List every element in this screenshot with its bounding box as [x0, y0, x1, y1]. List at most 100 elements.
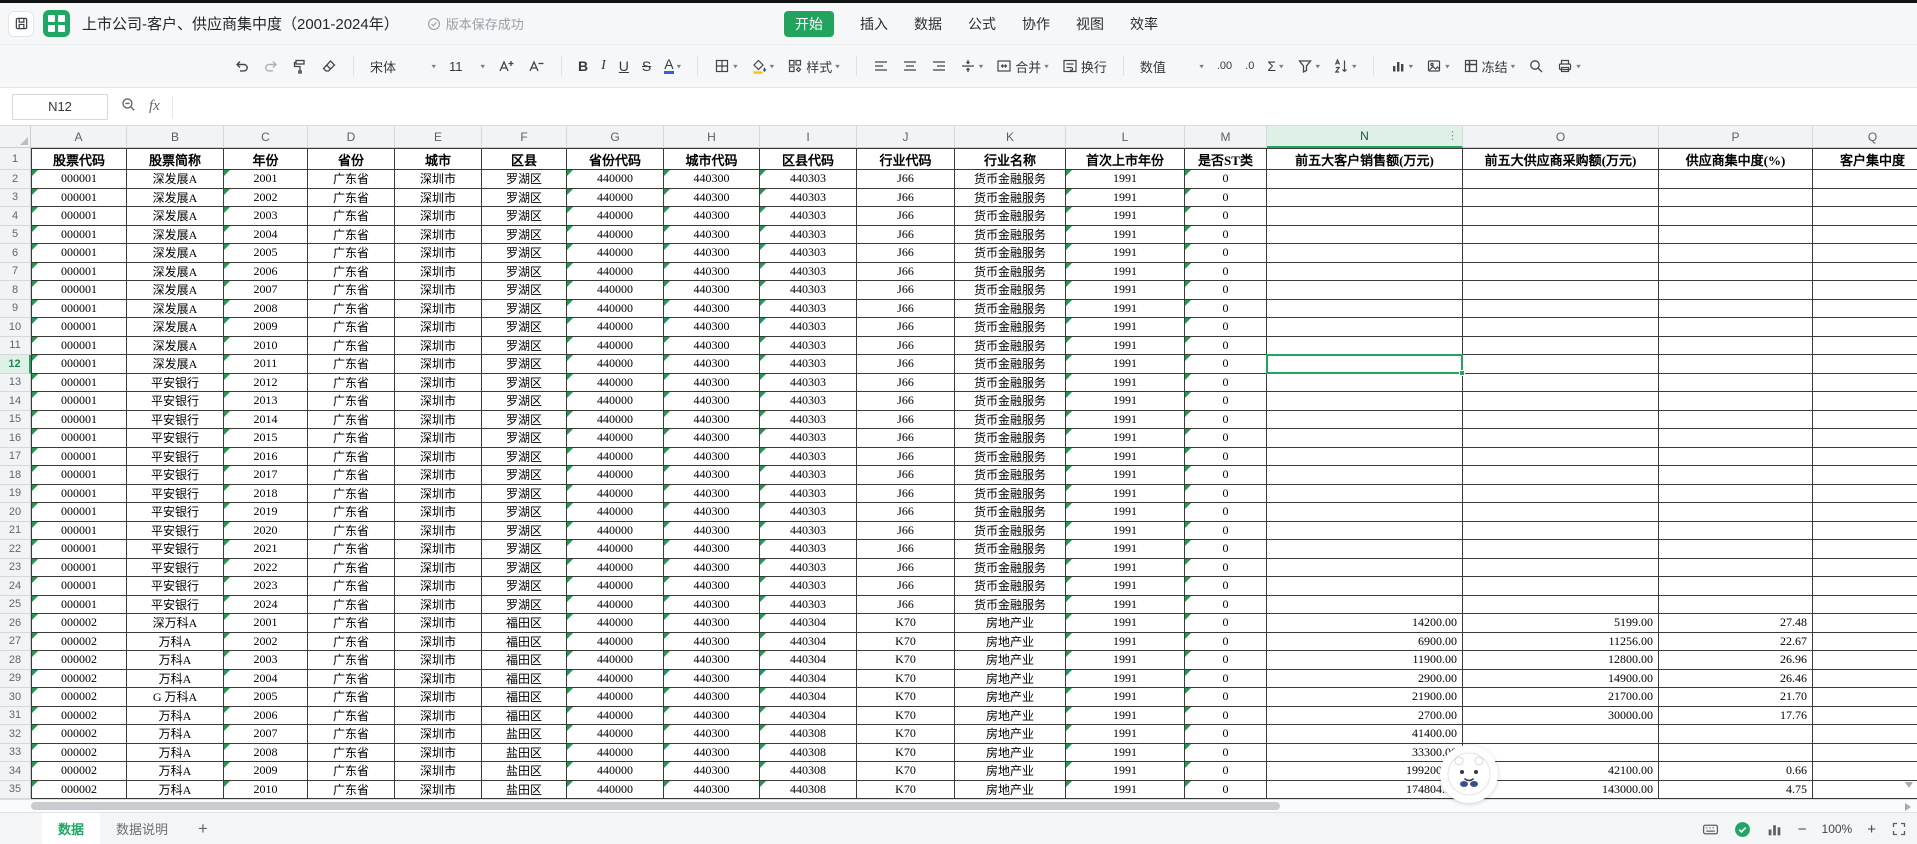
- cell-M11[interactable]: 0: [1185, 336, 1267, 355]
- cell-M35[interactable]: 0: [1185, 780, 1267, 799]
- cell-L22[interactable]: 1991: [1066, 540, 1185, 559]
- cell-G26[interactable]: 440000: [567, 614, 664, 633]
- cell-O16[interactable]: [1463, 429, 1659, 448]
- cell-B15[interactable]: 平安银行: [127, 410, 224, 429]
- cell-H5[interactable]: 440300: [664, 225, 760, 244]
- cell-C33[interactable]: 2008: [224, 743, 308, 762]
- cell-P24[interactable]: [1659, 577, 1813, 596]
- cell-N24[interactable]: [1267, 577, 1463, 596]
- cell-I7[interactable]: 440303: [760, 262, 857, 281]
- cell-P17[interactable]: [1659, 447, 1813, 466]
- cell-K26[interactable]: 房地产业: [955, 614, 1066, 633]
- cell-E10[interactable]: 深圳市: [395, 318, 482, 337]
- cell-Q10[interactable]: [1813, 318, 1917, 337]
- cell-N28[interactable]: 11900.00: [1267, 651, 1463, 670]
- col-header-N[interactable]: N ⋮: [1267, 126, 1463, 148]
- cell-A32[interactable]: 000002: [31, 725, 127, 744]
- cell-D29[interactable]: 广东省: [308, 669, 395, 688]
- cell-H11[interactable]: 440300: [664, 336, 760, 355]
- cell-A24[interactable]: 000001: [31, 577, 127, 596]
- cell-E33[interactable]: 深圳市: [395, 743, 482, 762]
- cell-P22[interactable]: [1659, 540, 1813, 559]
- col-header-H[interactable]: H: [664, 126, 760, 148]
- cell-D25[interactable]: 广东省: [308, 595, 395, 614]
- cell-B7[interactable]: 深发展A: [127, 262, 224, 281]
- row-header-19[interactable]: 19: [0, 484, 31, 503]
- cell-F9[interactable]: 罗湖区: [482, 299, 567, 318]
- cell-E20[interactable]: 深圳市: [395, 503, 482, 522]
- cell-O2[interactable]: [1463, 170, 1659, 189]
- cell-M19[interactable]: 0: [1185, 484, 1267, 503]
- cell-D8[interactable]: 广东省: [308, 281, 395, 300]
- decrease-decimal-button[interactable]: .0: [1245, 60, 1254, 72]
- cell-E25[interactable]: 深圳市: [395, 595, 482, 614]
- cell-N2[interactable]: [1267, 170, 1463, 189]
- cell-D11[interactable]: 广东省: [308, 336, 395, 355]
- cell-N18[interactable]: [1267, 466, 1463, 485]
- cell-A13[interactable]: 000001: [31, 373, 127, 392]
- cell-H19[interactable]: 440300: [664, 484, 760, 503]
- cell-K4[interactable]: 货币金融服务: [955, 207, 1066, 226]
- cell-O8[interactable]: [1463, 281, 1659, 300]
- row-header-22[interactable]: 22: [0, 540, 31, 559]
- cell-K11[interactable]: 货币金融服务: [955, 336, 1066, 355]
- cell-P18[interactable]: [1659, 466, 1813, 485]
- cell-E6[interactable]: 深圳市: [395, 244, 482, 263]
- col-header-A[interactable]: A: [31, 126, 127, 148]
- cell-A14[interactable]: 000001: [31, 392, 127, 411]
- row-header-23[interactable]: 23: [0, 558, 31, 577]
- cell-C1[interactable]: 年份: [224, 148, 308, 170]
- cell-J3[interactable]: J66: [857, 188, 955, 207]
- cell-B6[interactable]: 深发展A: [127, 244, 224, 263]
- cell-J13[interactable]: J66: [857, 373, 955, 392]
- cell-K16[interactable]: 货币金融服务: [955, 429, 1066, 448]
- zoom-out-button[interactable]: −: [1798, 822, 1807, 837]
- cell-H24[interactable]: 440300: [664, 577, 760, 596]
- cell-F16[interactable]: 罗湖区: [482, 429, 567, 448]
- cell-N12[interactable]: [1267, 355, 1463, 374]
- cell-D10[interactable]: 广东省: [308, 318, 395, 337]
- cell-Q24[interactable]: [1813, 577, 1917, 596]
- cell-O14[interactable]: [1463, 392, 1659, 411]
- menu-tab-collaborate[interactable]: 协作: [1022, 14, 1050, 34]
- cell-J11[interactable]: J66: [857, 336, 955, 355]
- insert-image-button[interactable]: ▾: [1426, 58, 1450, 74]
- cell-C19[interactable]: 2018: [224, 484, 308, 503]
- menu-tab-efficiency[interactable]: 效率: [1130, 14, 1158, 34]
- cell-K29[interactable]: 房地产业: [955, 669, 1066, 688]
- cell-D18[interactable]: 广东省: [308, 466, 395, 485]
- cell-Q4[interactable]: [1813, 207, 1917, 226]
- cell-L21[interactable]: 1991: [1066, 521, 1185, 540]
- row-header-30[interactable]: 30: [0, 688, 31, 707]
- cell-C17[interactable]: 2016: [224, 447, 308, 466]
- cell-A21[interactable]: 000001: [31, 521, 127, 540]
- cell-K34[interactable]: 房地产业: [955, 762, 1066, 781]
- cell-J6[interactable]: J66: [857, 244, 955, 263]
- cell-F25[interactable]: 罗湖区: [482, 595, 567, 614]
- cell-J15[interactable]: J66: [857, 410, 955, 429]
- cell-D31[interactable]: 广东省: [308, 706, 395, 725]
- cell-Q8[interactable]: [1813, 281, 1917, 300]
- cell-M15[interactable]: 0: [1185, 410, 1267, 429]
- cell-M16[interactable]: 0: [1185, 429, 1267, 448]
- cell-P14[interactable]: [1659, 392, 1813, 411]
- cell-D24[interactable]: 广东省: [308, 577, 395, 596]
- cell-G31[interactable]: 440000: [567, 706, 664, 725]
- cell-C18[interactable]: 2017: [224, 466, 308, 485]
- cell-I6[interactable]: 440303: [760, 244, 857, 263]
- cell-K5[interactable]: 货币金融服务: [955, 225, 1066, 244]
- cell-O7[interactable]: [1463, 262, 1659, 281]
- col-header-I[interactable]: I: [760, 126, 857, 148]
- cell-A12[interactable]: 000001: [31, 355, 127, 374]
- row-header-28[interactable]: 28: [0, 651, 31, 670]
- cell-F32[interactable]: 盐田区: [482, 725, 567, 744]
- col-header-L[interactable]: L: [1066, 126, 1185, 148]
- cell-C7[interactable]: 2006: [224, 262, 308, 281]
- row-header-32[interactable]: 32: [0, 725, 31, 744]
- cell-C23[interactable]: 2022: [224, 558, 308, 577]
- cell-Q5[interactable]: [1813, 225, 1917, 244]
- insert-chart-button[interactable]: ▾: [1390, 58, 1413, 74]
- cell-I2[interactable]: 440303: [760, 170, 857, 189]
- cell-A22[interactable]: 000001: [31, 540, 127, 559]
- cell-B16[interactable]: 平安银行: [127, 429, 224, 448]
